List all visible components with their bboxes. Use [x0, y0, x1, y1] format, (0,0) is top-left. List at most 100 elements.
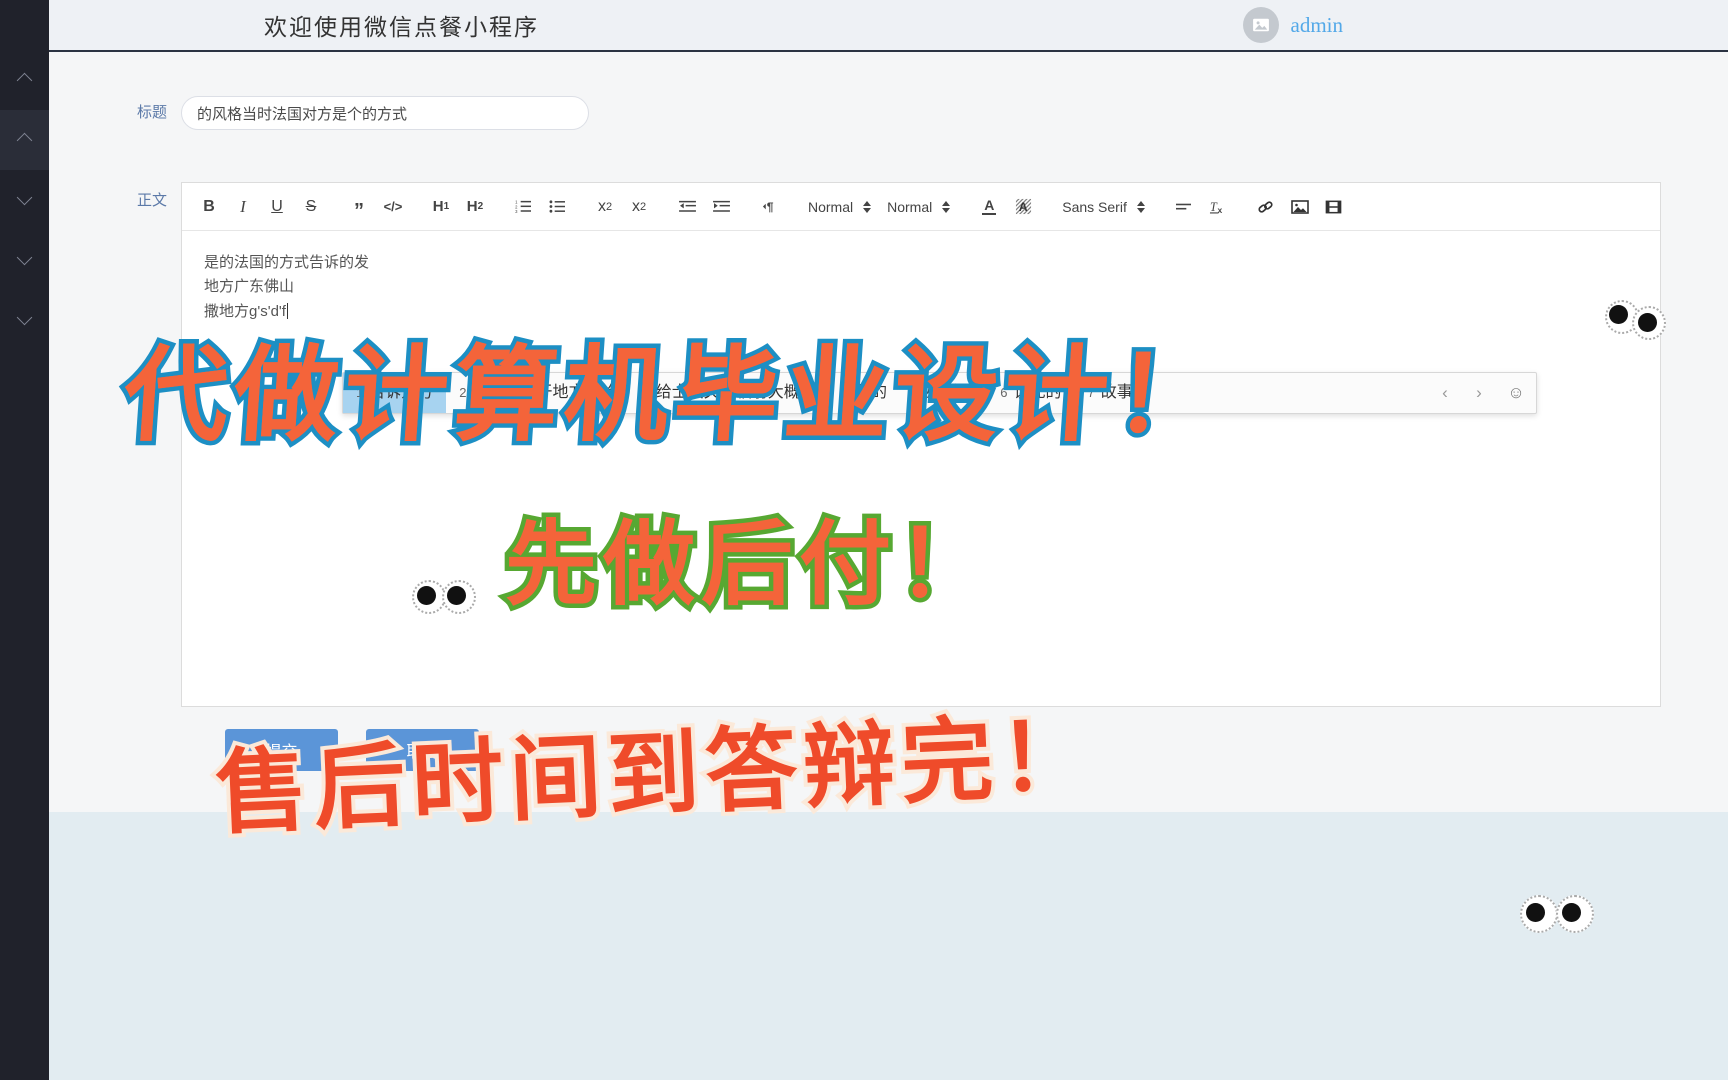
clean-format-button[interactable]: Tx [1204, 193, 1232, 221]
ime-candidate[interactable]: 1 告诉对方 [343, 373, 447, 413]
size-select[interactable]: Normal [808, 198, 872, 215]
bold-button[interactable]: B [195, 193, 223, 221]
ime-candidate-number: 3 [642, 385, 650, 400]
ime-candidate-text: 故事的 [1100, 384, 1149, 401]
title-input[interactable] [181, 96, 589, 130]
sidebar-logo-area [0, 0, 49, 50]
sidebar-item-3[interactable] [0, 170, 49, 230]
article-form: 标题 正文 B I U S ” </> [49, 52, 1728, 812]
ime-candidate-text: 三国的 [838, 384, 887, 401]
blockquote-button[interactable]: ” [345, 189, 373, 225]
ime-candidate-bar[interactable]: 1 告诉对方 2 给是豆腐干地方是给 3 给士大夫光辐射大概 4 三国的 5 感受到 6该… [342, 372, 1537, 414]
ime-candidate[interactable]: 7 故事的 [1075, 373, 1162, 413]
app-header: 欢迎使用微信点餐小程序 admin [49, 0, 1728, 52]
ime-candidate-number: 7 [1087, 385, 1095, 400]
rich-text-editor: B I U S ” </> H1 H2 123 x 2 x 2 ¶ Normal… [181, 182, 1661, 707]
ime-candidate[interactable]: 5 感受到 [900, 373, 987, 413]
background-color-button[interactable]: A [1009, 193, 1037, 221]
chevron-down-icon [16, 249, 33, 266]
align-button[interactable] [1170, 193, 1198, 221]
svg-text:3: 3 [515, 209, 518, 214]
sidebar-item-5[interactable] [0, 290, 49, 350]
size-select-value: Normal [808, 198, 854, 215]
svg-text:x: x [1218, 205, 1223, 215]
header1-button[interactable]: H1 [427, 193, 455, 221]
font-select-value: Sans Serif [1062, 198, 1127, 215]
chevron-updown-icon [863, 200, 872, 213]
ime-candidate[interactable]: 6 该死的 [987, 373, 1074, 413]
editor-line: 撒地方g's'd'f [204, 300, 1638, 324]
header2-button[interactable]: H2 [461, 193, 489, 221]
ime-next-page-button[interactable]: › [1462, 383, 1496, 403]
text-color-swatch [982, 212, 997, 216]
code-block-button[interactable]: </> [379, 193, 407, 221]
ime-emoji-button[interactable]: ☺ [1496, 383, 1536, 403]
ordered-list-button[interactable]: 123 [509, 193, 537, 221]
sidebar [0, 0, 49, 1080]
sidebar-item-2[interactable] [0, 110, 49, 170]
ime-candidate-text: 该死的 [1013, 384, 1062, 401]
strike-button[interactable]: S [297, 193, 325, 221]
chevron-updown-icon [1136, 200, 1145, 213]
title-label: 标题 [136, 104, 167, 121]
svg-text:¶: ¶ [766, 200, 773, 214]
font-select[interactable]: Sans Serif [1062, 199, 1145, 215]
chevron-updown-icon [942, 200, 951, 213]
text-caret [286, 302, 288, 319]
chevron-up-icon [16, 72, 33, 88]
outdent-button[interactable] [673, 193, 701, 221]
ime-candidate-number: 6 [1000, 385, 1008, 400]
editor-line: 是的法国的方式告诉的发 [204, 254, 370, 271]
text-color-button[interactable]: A [975, 193, 1003, 221]
body-row: 正文 B I U S ” </> H1 H2 1 2 3 x 2 x 2 ¶ N… [49, 174, 1728, 707]
body-label: 正文 [136, 192, 167, 209]
form-actions: 提交 取消 [49, 729, 1728, 771]
ime-candidate-text: 给士大夫光辐射大概 [655, 384, 800, 401]
ime-candidate-number: 4 [825, 385, 833, 400]
editor-toolbar: B I U S ” </> H1 H2 123 x 2 x 2 ¶ Normal… [182, 183, 1660, 231]
chevron-down-icon [16, 309, 33, 326]
italic-button[interactable]: I [229, 193, 257, 221]
bullet-list-button[interactable] [543, 193, 571, 221]
ime-candidate[interactable]: 4 三国的 [813, 373, 900, 413]
text-direction-button[interactable]: ¶ [755, 193, 783, 221]
ime-candidate-number: 2 [459, 385, 467, 400]
page-title: 欢迎使用微信点餐小程序 [264, 15, 539, 40]
chevron-down-icon [16, 189, 33, 206]
editor-content[interactable]: 是的法国的方式告诉的发 地方广东佛山 撒地方g's'd'f [182, 231, 1660, 706]
link-button[interactable] [1252, 193, 1280, 221]
svg-text:A: A [1019, 200, 1028, 214]
image-button[interactable] [1286, 193, 1314, 221]
sidebar-item-4[interactable] [0, 230, 49, 290]
ime-candidate[interactable]: 2 给是豆腐干地方是给 [446, 373, 629, 413]
user-name: admin [1290, 12, 1344, 37]
avatar [1242, 7, 1279, 43]
ime-candidate-text: 感受到 [926, 384, 975, 401]
ime-candidate-text: 告诉对方 [369, 384, 434, 401]
ime-candidate[interactable]: 3 给士大夫光辐射大概 [630, 373, 813, 413]
ime-candidate-text: 给是豆腐干地方是给 [472, 384, 617, 401]
header-select[interactable]: Normal [887, 198, 951, 215]
title-row: 标题 [49, 96, 1728, 130]
underline-button[interactable]: U [263, 193, 291, 221]
indent-button[interactable] [707, 193, 735, 221]
cancel-button[interactable]: 取消 [366, 729, 479, 771]
content-area: 标题 正文 B I U S ” </> [49, 52, 1728, 1080]
chevron-up-icon [16, 132, 33, 148]
subscript-button[interactable]: x2 [591, 193, 619, 221]
text-color-letter: A [984, 196, 995, 213]
header-select-value: Normal [887, 198, 933, 215]
sidebar-item-1[interactable] [0, 50, 49, 110]
superscript-button[interactable]: x2 [625, 193, 653, 221]
editor-line: 地方广东佛山 [204, 278, 295, 296]
user-menu[interactable]: admin [1242, 7, 1344, 43]
submit-button[interactable]: 提交 [225, 729, 338, 771]
editor-line-text: 撒地方g's'd'f [204, 302, 286, 320]
lower-panel [49, 812, 1728, 1080]
app-window: 欢迎使用微信点餐小程序 admin 标题 正文 B [0, 0, 1728, 1080]
ime-prev-page-button[interactable]: ‹ [1428, 383, 1462, 403]
ime-candidate-number: 5 [913, 385, 921, 400]
video-button[interactable] [1320, 193, 1348, 221]
ime-candidate-number: 1 [356, 385, 364, 400]
main-column: 欢迎使用微信点餐小程序 admin 标题 正文 B [49, 0, 1728, 1080]
